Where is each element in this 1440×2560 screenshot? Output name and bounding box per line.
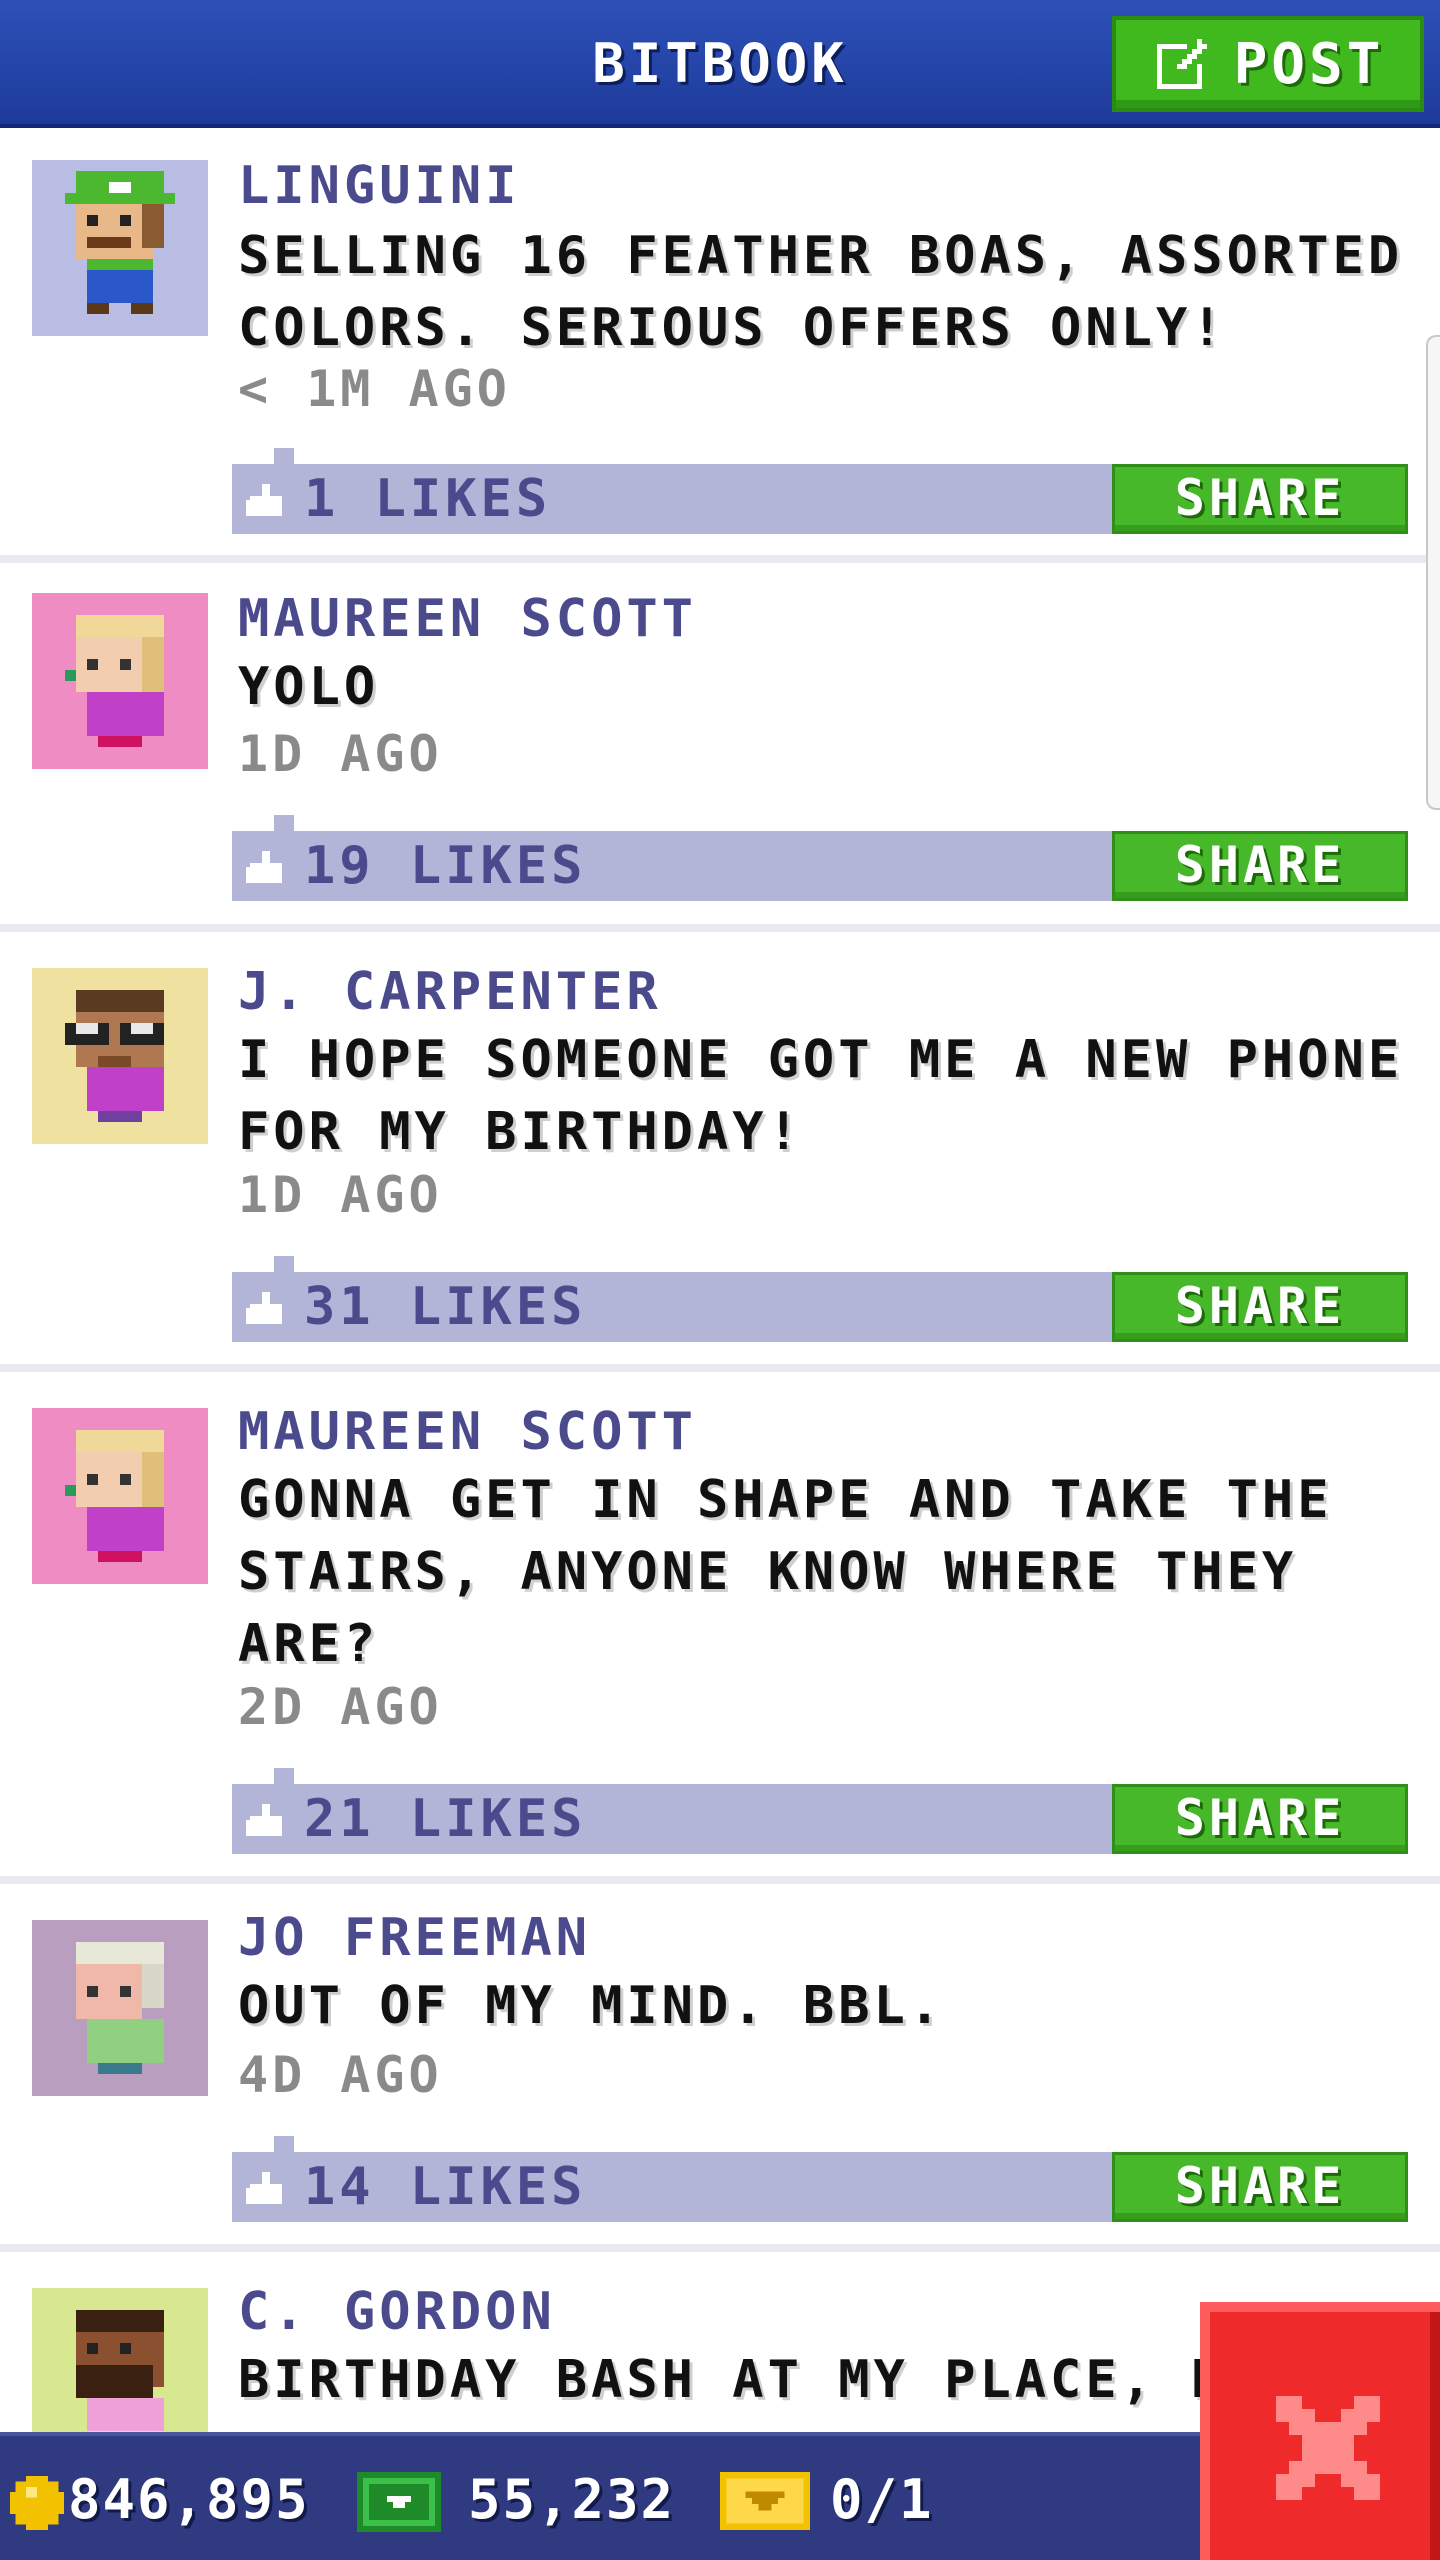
post-text: OUT OF MY MIND. BBL. <box>238 1976 945 2036</box>
close-button[interactable] <box>1200 2302 1440 2560</box>
post-item: JO FREEMAN OUT OF MY MIND. BBL. 4D AGO 1… <box>0 1884 1440 2252</box>
thumbs-up-icon[interactable] <box>246 1804 282 1836</box>
coin-count: 846,895 <box>68 2468 310 2531</box>
likes-bar: 1 LIKES SHARE <box>232 448 1408 534</box>
share-button[interactable]: SHARE <box>1112 831 1408 901</box>
thumbs-up-icon[interactable] <box>246 1292 282 1324</box>
post-timestamp: < 1M AGO <box>238 360 511 418</box>
post-author[interactable]: MAUREEN SCOTT <box>238 589 697 649</box>
post-author[interactable]: JO FREEMAN <box>238 1908 591 1968</box>
likes-count: 19 LIKES <box>304 836 587 896</box>
scrollbar[interactable] <box>1426 335 1440 810</box>
likes-bar: 14 LIKES SHARE <box>232 2136 1408 2222</box>
post-author[interactable]: MAUREEN SCOTT <box>238 1402 697 1462</box>
avatar[interactable] <box>32 1920 208 2096</box>
post-author[interactable]: LINGUINI <box>238 156 520 216</box>
post-item: J. CARPENTER I HOPE SOMEONE GOT ME A NEW… <box>0 932 1440 1372</box>
post-text: I HOPE SOMEONE GOT ME A NEW PHONE FOR MY… <box>238 1030 1404 1162</box>
avatar[interactable] <box>32 1408 208 1584</box>
post-timestamp: 1D AGO <box>238 725 443 783</box>
cash-icon <box>357 2472 441 2532</box>
likes-count: 21 LIKES <box>304 1789 587 1849</box>
likes-count: 14 LIKES <box>304 2157 587 2217</box>
share-button[interactable]: SHARE <box>1112 464 1408 534</box>
post-text: SELLING 16 FEATHER BOAS, ASSORTED COLORS… <box>238 226 1404 358</box>
avatar[interactable] <box>32 593 208 769</box>
share-button[interactable]: SHARE <box>1112 2152 1408 2222</box>
post-timestamp: 1D AGO <box>238 1166 443 1224</box>
bux-count: 55,232 <box>468 2468 676 2531</box>
post-text: YOLO <box>238 657 380 717</box>
likes-count: 31 LIKES <box>304 1277 587 1337</box>
ticket-icon <box>720 2472 810 2530</box>
likes-count: 1 LIKES <box>304 469 552 529</box>
post-button-label: POST <box>1233 31 1385 97</box>
post-item: MAUREEN SCOTT YOLO 1D AGO 19 LIKES SHARE <box>0 563 1440 932</box>
likes-bar: 31 LIKES SHARE <box>232 1256 1408 1342</box>
post-timestamp: 2D AGO <box>238 1678 443 1736</box>
close-icon <box>1276 2396 1380 2500</box>
ticket-count: 0/1 <box>830 2468 934 2531</box>
thumbs-up-icon[interactable] <box>246 484 282 516</box>
post-timestamp: 4D AGO <box>238 2046 443 2104</box>
likes-bar: 21 LIKES SHARE <box>232 1768 1408 1854</box>
post-author[interactable]: J. CARPENTER <box>238 962 662 1022</box>
post-author[interactable]: C. GORDON <box>238 2282 556 2342</box>
share-button[interactable]: SHARE <box>1112 1272 1408 1342</box>
post-text: GONNA GET IN SHAPE AND TAKE THE STAIRS, … <box>238 1470 1333 1674</box>
app-header: BITBOOK POST <box>0 0 1440 128</box>
likes-bar: 19 LIKES SHARE <box>232 815 1408 901</box>
avatar[interactable] <box>32 968 208 1144</box>
post-button[interactable]: POST <box>1112 16 1424 112</box>
avatar[interactable] <box>32 160 208 336</box>
post-item: LINGUINI SELLING 16 FEATHER BOAS, ASSORT… <box>0 132 1440 563</box>
thumbs-up-icon[interactable] <box>246 2172 282 2204</box>
thumbs-up-icon[interactable] <box>246 851 282 883</box>
share-button[interactable]: SHARE <box>1112 1784 1408 1854</box>
coin-icon <box>10 2476 64 2530</box>
edit-icon <box>1156 39 1207 89</box>
post-item: MAUREEN SCOTT GONNA GET IN SHAPE AND TAK… <box>0 1372 1440 1884</box>
